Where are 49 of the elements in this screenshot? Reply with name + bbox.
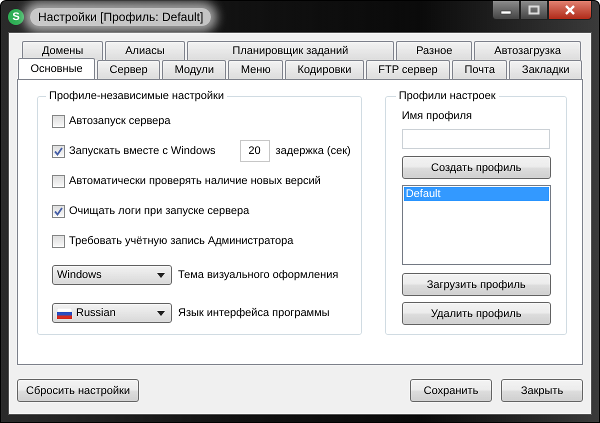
- dropdown[interactable]: Russian: [52, 303, 172, 323]
- flag-icon: [57, 308, 72, 318]
- delay-field[interactable]: 20: [240, 140, 270, 162]
- tab[interactable]: Автозагрузка: [474, 41, 581, 60]
- checkbox-label: Автозапуск сервера: [69, 115, 171, 127]
- checkbox[interactable]: [52, 234, 65, 248]
- dropdown[interactable]: Windows: [52, 265, 172, 285]
- tab[interactable]: Домены: [22, 41, 104, 60]
- profile-name-field[interactable]: [402, 129, 550, 149]
- profile-button[interactable]: Удалить профиль: [402, 302, 551, 325]
- tab[interactable]: Почта: [452, 60, 508, 79]
- checkbox-label: Очищать логи при запуске сервера: [69, 205, 250, 217]
- tab[interactable]: Планировщик заданий: [186, 41, 394, 60]
- group-title: Профили настроек: [398, 90, 497, 102]
- tab[interactable]: Меню: [228, 60, 284, 79]
- tab[interactable]: Сервер: [97, 60, 160, 79]
- checkbox[interactable]: [52, 144, 65, 158]
- checkbox[interactable]: [52, 114, 65, 128]
- checkbox-label: Требовать учётную запись Администратора: [69, 235, 294, 247]
- create-profile-button[interactable]: Создать профиль: [402, 156, 551, 179]
- dropdown-label: Тема визуального оформления: [178, 269, 338, 281]
- tab[interactable]: Основные: [18, 58, 96, 79]
- dialog-button[interactable]: Сохранить: [410, 379, 492, 402]
- minimize-button[interactable]: [492, 1, 520, 20]
- maximize-button[interactable]: [520, 1, 548, 20]
- tab[interactable]: Закладки: [509, 60, 582, 79]
- tab[interactable]: Алиасы: [105, 41, 185, 60]
- tab[interactable]: Модули: [162, 60, 226, 79]
- close-button[interactable]: [548, 1, 592, 20]
- tab[interactable]: Разное: [396, 41, 472, 60]
- caret-icon: [157, 272, 165, 278]
- close-icon: [564, 5, 576, 15]
- tab[interactable]: FTP сервер: [366, 60, 450, 79]
- group-title: Профиле-независимые настройки: [48, 90, 225, 102]
- maximize-icon: [528, 5, 540, 15]
- checkbox-label: Автоматически проверять наличие новых версий: [69, 175, 321, 187]
- checkbox[interactable]: [52, 204, 65, 218]
- tab[interactable]: Кодировки: [285, 60, 364, 79]
- field-label: Имя профиля: [402, 110, 473, 122]
- checkbox[interactable]: [52, 174, 65, 188]
- reset-button[interactable]: Сбросить настройки: [17, 379, 139, 402]
- checkbox-label: Запускать вместе с Windows: [69, 145, 216, 157]
- dropdown-label: Язык интерфейса программы: [178, 307, 330, 319]
- profile-button[interactable]: Загрузить профиль: [402, 273, 551, 296]
- caret-icon: [157, 310, 165, 316]
- delay-label: задержка (сек): [276, 145, 351, 157]
- app-icon: S: [8, 8, 24, 24]
- dialog-button[interactable]: Закрыть: [501, 379, 583, 402]
- window-title: Настройки [Профиль: Default]: [30, 8, 212, 26]
